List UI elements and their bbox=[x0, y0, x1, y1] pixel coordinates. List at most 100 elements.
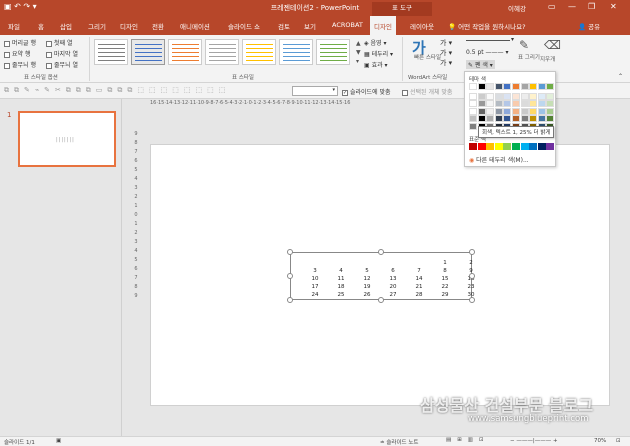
resize-handle[interactable] bbox=[469, 273, 475, 279]
calendar-cell[interactable]: 25 bbox=[333, 292, 349, 298]
slide-thumbnail[interactable]: ||||||| bbox=[18, 111, 116, 167]
more-colors-item[interactable]: ◉ 다른 테두리 색(M)... bbox=[469, 155, 529, 164]
calendar-cell[interactable]: 20 bbox=[385, 284, 401, 290]
checkbox[interactable] bbox=[402, 89, 408, 96]
option-banded-columns[interactable]: 줄무늬 열 bbox=[46, 60, 78, 69]
shading-button[interactable]: ◈ 음영 ▾ bbox=[364, 38, 387, 47]
standard-color-swatch[interactable] bbox=[520, 143, 529, 150]
tell-me-search[interactable]: 💡 어떤 작업을 원하시나요? bbox=[448, 21, 526, 31]
calendar-cell[interactable]: 12 bbox=[359, 276, 375, 282]
resize-handle[interactable] bbox=[287, 249, 293, 255]
pen-weight[interactable]: 0.5 pt ——— ▾ bbox=[466, 49, 508, 56]
color-swatch[interactable] bbox=[469, 92, 477, 100]
tab-file[interactable]: 파일 bbox=[8, 21, 20, 31]
collapse-ribbon-icon[interactable]: ⌃ bbox=[618, 73, 623, 80]
calendar-cell[interactable]: 5 bbox=[359, 268, 375, 274]
text-fill-icons[interactable]: 가 ▾ 가 ▾ 가 ▾ bbox=[440, 38, 452, 68]
table-style-swatch[interactable] bbox=[316, 39, 350, 65]
color-swatch[interactable] bbox=[486, 92, 495, 100]
checkbox[interactable] bbox=[4, 51, 10, 58]
pen-style-line[interactable] bbox=[466, 40, 510, 41]
calendar-cell[interactable]: 27 bbox=[385, 292, 401, 298]
tab-acrobat[interactable]: ACROBAT bbox=[332, 21, 363, 29]
color-swatch[interactable] bbox=[503, 92, 512, 100]
standard-color-row[interactable] bbox=[469, 143, 557, 151]
close-icon[interactable]: ✕ bbox=[610, 2, 617, 11]
toolbar-icons[interactable]: ⧉⧉✎⌁✎✂⧉⧉⧉▭⧉⧉⧉⬚⬚⬚⬚⬚⬚⬚⬚ bbox=[4, 86, 230, 95]
tab-table-design[interactable]: 디자인 bbox=[370, 16, 396, 35]
color-swatch[interactable] bbox=[537, 92, 546, 100]
color-swatch[interactable] bbox=[503, 100, 512, 107]
align-selected-option[interactable]: 선택된 개체 맞춤 bbox=[402, 87, 452, 96]
color-swatch[interactable] bbox=[503, 83, 512, 90]
option-banded-rows[interactable]: 줄무늬 행 bbox=[4, 60, 36, 69]
calendar-cell[interactable]: 8 bbox=[437, 268, 453, 274]
checkbox[interactable] bbox=[46, 40, 52, 47]
restore-icon[interactable]: ❐ bbox=[588, 2, 595, 11]
table-style-swatch[interactable] bbox=[242, 39, 276, 65]
color-swatch[interactable] bbox=[477, 100, 486, 107]
color-swatch[interactable] bbox=[520, 115, 529, 122]
share-button[interactable]: 👤 공유 bbox=[578, 21, 600, 31]
color-swatch[interactable] bbox=[486, 115, 495, 122]
color-swatch[interactable] bbox=[529, 83, 538, 90]
color-swatch[interactable] bbox=[512, 83, 520, 90]
color-swatch[interactable] bbox=[494, 115, 503, 122]
pen-color-button[interactable]: ✎ 펜 색 ▾ bbox=[466, 60, 495, 69]
color-swatch[interactable] bbox=[469, 115, 477, 122]
notes-button[interactable]: ≐ 슬라이드 노트 bbox=[380, 438, 418, 446]
color-swatch[interactable] bbox=[520, 100, 529, 107]
fit-icon[interactable]: ⊡ bbox=[616, 438, 621, 444]
checkbox[interactable] bbox=[46, 51, 52, 58]
standard-color-swatch[interactable] bbox=[529, 143, 538, 150]
color-swatch[interactable] bbox=[546, 92, 555, 100]
resize-handle[interactable] bbox=[287, 273, 293, 279]
calendar-cell[interactable]: 22 bbox=[437, 284, 453, 290]
borders-button[interactable]: ▦ 테두리 ▾ bbox=[364, 49, 393, 58]
color-swatch[interactable] bbox=[520, 107, 529, 115]
tab-review[interactable]: 검토 bbox=[278, 21, 290, 31]
color-swatch[interactable] bbox=[494, 107, 503, 115]
standard-color-swatch[interactable] bbox=[512, 143, 520, 150]
color-swatch[interactable] bbox=[512, 100, 520, 107]
calendar-cell[interactable]: 7 bbox=[411, 268, 427, 274]
standard-color-swatch[interactable] bbox=[503, 143, 512, 150]
table-style-swatch[interactable] bbox=[205, 39, 239, 65]
ribbon-display-icon[interactable]: ▭ bbox=[548, 2, 556, 11]
calendar-cell[interactable]: 11 bbox=[333, 276, 349, 282]
color-swatch[interactable] bbox=[546, 83, 555, 90]
zoom-level[interactable]: 70% bbox=[594, 438, 606, 444]
calendar-cell[interactable]: 10 bbox=[307, 276, 323, 282]
standard-color-swatch[interactable] bbox=[477, 143, 486, 150]
calendar-cell[interactable]: 28 bbox=[411, 292, 427, 298]
effects-button[interactable]: ▣ 효과 ▾ bbox=[364, 60, 388, 69]
color-swatch[interactable] bbox=[546, 107, 555, 115]
calendar-cell[interactable]: 14 bbox=[411, 276, 427, 282]
color-swatch[interactable] bbox=[512, 115, 520, 122]
tab-view[interactable]: 보기 bbox=[304, 21, 316, 31]
color-swatch[interactable] bbox=[486, 83, 495, 90]
color-swatch[interactable] bbox=[520, 83, 529, 90]
calendar-cell[interactable]: 13 bbox=[385, 276, 401, 282]
color-swatch[interactable] bbox=[494, 92, 503, 100]
table-styles-gallery[interactable] bbox=[94, 39, 356, 69]
color-swatch[interactable] bbox=[477, 83, 486, 90]
minimize-icon[interactable]: — bbox=[568, 2, 576, 11]
calendar-cell[interactable]: 6 bbox=[385, 268, 401, 274]
resize-handle[interactable] bbox=[469, 249, 475, 255]
color-swatch[interactable] bbox=[477, 107, 486, 115]
calendar-cell[interactable]: 19 bbox=[359, 284, 375, 290]
color-swatch[interactable] bbox=[546, 100, 555, 107]
user-name[interactable]: 이혜강 bbox=[508, 3, 526, 13]
standard-color-swatch[interactable] bbox=[494, 143, 503, 150]
option-first-column[interactable]: 첫째 열 bbox=[46, 38, 72, 47]
color-swatch[interactable] bbox=[529, 107, 538, 115]
table-style-swatch[interactable] bbox=[131, 39, 165, 65]
checkbox-checked[interactable]: ✓ bbox=[342, 89, 348, 96]
table-style-swatch[interactable] bbox=[279, 39, 313, 65]
color-swatch[interactable] bbox=[486, 100, 495, 107]
tab-draw[interactable]: 그리기 bbox=[88, 21, 106, 31]
tab-home[interactable]: 홈 bbox=[38, 21, 44, 31]
standard-color-swatch[interactable] bbox=[537, 143, 546, 150]
color-swatch[interactable] bbox=[512, 92, 520, 100]
